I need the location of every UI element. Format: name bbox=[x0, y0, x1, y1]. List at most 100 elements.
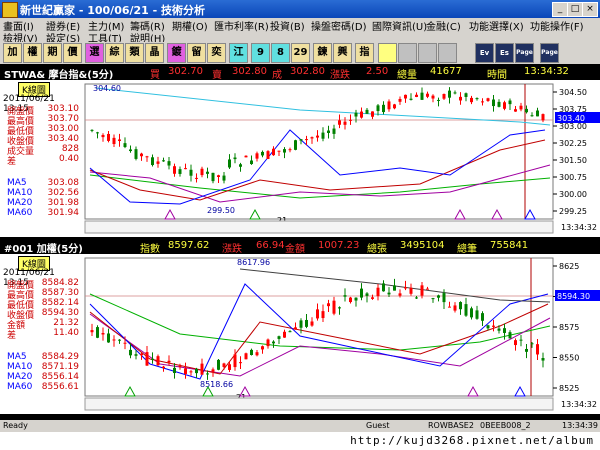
status-time: 13:34:39 bbox=[562, 421, 598, 430]
candle-body bbox=[96, 327, 99, 338]
close-button[interactable]: × bbox=[582, 2, 598, 17]
signal-triangle bbox=[491, 208, 503, 220]
candle-body bbox=[118, 339, 121, 341]
chart2-amount: 1007.23 bbox=[318, 240, 360, 251]
chart1-sell-label: 賣 bbox=[212, 70, 222, 81]
toolbar-button[interactable]: 鍊 bbox=[313, 43, 332, 63]
toolbar-icon-button[interactable] bbox=[398, 43, 417, 63]
candle-body bbox=[530, 343, 534, 345]
candle-body bbox=[393, 104, 396, 109]
toolbar-page-button[interactable]: Page bbox=[540, 43, 559, 63]
candle-body bbox=[283, 149, 286, 153]
app-icon bbox=[2, 2, 18, 18]
toolbar-es-button[interactable]: Es bbox=[495, 43, 514, 63]
candle-body bbox=[371, 297, 374, 299]
toolbar-button[interactable]: 29 bbox=[291, 43, 310, 63]
chart1-sell: 302.80 bbox=[232, 66, 267, 77]
candle-body bbox=[167, 161, 171, 166]
toolbar-page-button[interactable]: Page bbox=[515, 43, 534, 63]
candle-body bbox=[129, 149, 132, 152]
signal-strip bbox=[84, 220, 554, 234]
candle-body bbox=[134, 149, 138, 159]
candle-body bbox=[420, 92, 424, 100]
menu-item[interactable]: 功能選擇(X) bbox=[469, 18, 524, 33]
toolbar-button[interactable]: 權 bbox=[23, 43, 42, 63]
candle-body bbox=[244, 155, 248, 158]
candle-body bbox=[486, 325, 490, 329]
candle-body bbox=[437, 99, 440, 101]
toolbar-button[interactable]: 加 bbox=[3, 43, 22, 63]
chart2-panel[interactable]: 862586008575855085258594.308617.968518.6… bbox=[0, 254, 600, 414]
toolbar-button[interactable]: 留 bbox=[187, 43, 206, 63]
toolbar-button[interactable]: 晶 bbox=[145, 43, 164, 63]
candle-body bbox=[310, 137, 314, 139]
toolbar-button[interactable]: 鍍 bbox=[167, 43, 186, 63]
candle-body bbox=[525, 108, 528, 113]
maximize-button[interactable]: □ bbox=[567, 2, 583, 17]
chart2-canvas[interactable]: 862586008575855085258594.308617.968518.6… bbox=[0, 254, 600, 414]
ma-value: 302.56 bbox=[47, 188, 80, 198]
toolbar-button[interactable]: 類 bbox=[125, 43, 144, 63]
chart1-canvas[interactable]: 304.50303.75303.00302.25301.50300.75300.… bbox=[0, 80, 600, 237]
signal-triangle bbox=[467, 385, 479, 397]
toolbar-button[interactable]: 期 bbox=[43, 43, 62, 63]
info-value: 8582.14 bbox=[41, 298, 79, 308]
candle-body bbox=[354, 297, 358, 301]
signal-triangle bbox=[124, 385, 136, 397]
ma-value: 8584.29 bbox=[41, 352, 79, 362]
chart1-time: 13:34:32 bbox=[524, 66, 569, 77]
toolbar-button[interactable]: 興 bbox=[333, 43, 352, 63]
chart2-amount-label: 金額 bbox=[285, 244, 305, 255]
toolbar-button[interactable]: 選 bbox=[85, 43, 104, 63]
candle-body bbox=[409, 98, 413, 100]
toolbar-icon-button[interactable] bbox=[438, 43, 457, 63]
ma-key: MA10 bbox=[7, 188, 33, 198]
menu-item[interactable]: 投資(B) bbox=[270, 18, 305, 33]
toolbar-button[interactable]: 綜 bbox=[105, 43, 124, 63]
toolbar-button[interactable]: 指 bbox=[355, 43, 374, 63]
toolbar-button[interactable]: 8 bbox=[271, 43, 290, 63]
candle-body bbox=[266, 151, 270, 159]
candle-body bbox=[173, 367, 176, 374]
candle-body bbox=[255, 352, 259, 356]
candle-body bbox=[239, 164, 242, 167]
y-tick-label: 300.00 bbox=[559, 190, 587, 199]
toolbar-ev-button[interactable]: Ev bbox=[475, 43, 494, 63]
candle-body bbox=[250, 349, 253, 356]
info-value: 303.40 bbox=[47, 134, 80, 144]
menu-item[interactable]: 金融(C) bbox=[426, 18, 461, 33]
candle-body bbox=[233, 354, 237, 368]
toolbar-button[interactable]: 江 bbox=[229, 43, 248, 63]
info-value: 828 bbox=[61, 144, 79, 154]
candle-body bbox=[349, 297, 352, 303]
candle-body bbox=[189, 371, 193, 373]
candle-body bbox=[503, 102, 506, 109]
candle-body bbox=[470, 97, 473, 103]
candle-body bbox=[426, 93, 429, 97]
candle-body bbox=[536, 344, 539, 355]
toolbar-icon-button[interactable] bbox=[418, 43, 437, 63]
menu-item[interactable]: 匯市利率(R) bbox=[214, 18, 269, 33]
menu-item[interactable]: 操盤密碼(D) bbox=[311, 18, 367, 33]
candle-body bbox=[382, 104, 385, 113]
toolbar-icon-button[interactable] bbox=[378, 43, 397, 63]
menu-item[interactable]: 期權(O) bbox=[172, 18, 208, 33]
candle-body bbox=[343, 295, 347, 297]
menu-item[interactable]: 國際資訊(U) bbox=[372, 18, 427, 33]
candle-body bbox=[453, 305, 457, 311]
info-value: 8587.30 bbox=[41, 288, 79, 298]
candle-body bbox=[288, 149, 292, 151]
minimize-button[interactable]: _ bbox=[552, 2, 568, 17]
candle-body bbox=[360, 288, 363, 298]
candle-body bbox=[409, 287, 413, 294]
candle-body bbox=[459, 302, 462, 310]
candle-body bbox=[299, 320, 303, 328]
toolbar-button[interactable]: 奕 bbox=[207, 43, 226, 63]
toolbar-button[interactable]: 價 bbox=[63, 43, 82, 63]
menu-item[interactable]: 功能操作(F) bbox=[530, 18, 584, 33]
ma10-line bbox=[89, 139, 546, 201]
candle-body bbox=[90, 129, 94, 131]
toolbar-button[interactable]: 9 bbox=[251, 43, 270, 63]
chart1-panel[interactable]: 304.50 303.75 303.00 302.25 301.50 300.75 300.… bbox=[0, 80, 600, 237]
candle-body bbox=[211, 369, 215, 372]
